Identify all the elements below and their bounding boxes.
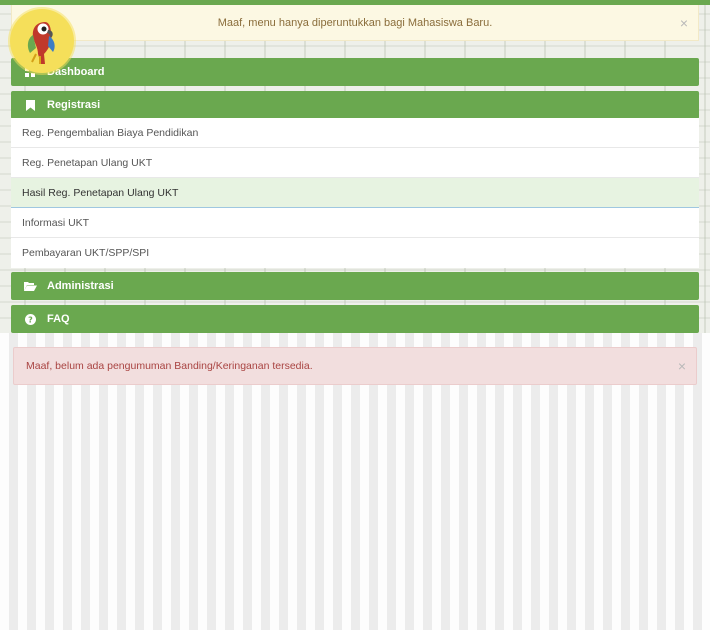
svg-text:?: ? [28,315,33,324]
menu-faq-label: FAQ [47,313,70,325]
list-item-label: Reg. Penetapan Ulang UKT [22,156,153,169]
list-item-label: Reg. Pengembalian Biaya Pendidikan [22,126,199,139]
list-item-label: Pembayaran UKT/SPP/SPI [22,247,150,259]
alert-message: Maaf, belum ada pengumuman Banding/Kerin… [26,360,313,372]
bookmark-icon [23,99,37,111]
no-announcement-alert: Maaf, belum ada pengumuman Banding/Kerin… [13,347,697,385]
registrasi-submenu: Reg. Pengembalian Biaya Pendidikan Reg. … [11,118,699,268]
menu-administrasi-label: Administrasi [47,280,114,292]
menu-faq[interactable]: ? FAQ [11,305,699,333]
list-item-label: Hasil Reg. Penetapan Ulang UKT [22,186,179,199]
folder-open-icon [23,281,37,291]
question-circle-icon: ? [23,313,37,325]
close-icon[interactable]: × [678,359,686,373]
menu-registrasi-label: Registrasi [47,99,101,111]
menu-dashboard[interactable]: Dashboard [11,58,699,86]
menu-administrasi[interactable]: Administrasi [11,272,699,300]
close-icon[interactable]: × [680,16,688,30]
menu-registrasi[interactable]: Registrasi [11,91,699,119]
new-student-only-alert: Maaf, menu hanya diperuntukkan bagi Maha… [11,5,699,41]
submenu-item-penetapan-ulang-ukt[interactable]: Reg. Penetapan Ulang UKT [11,148,699,178]
submenu-item-pengembalian-biaya[interactable]: Reg. Pengembalian Biaya Pendidikan [11,118,699,148]
submenu-item-informasi-ukt[interactable]: Informasi UKT [11,208,699,238]
list-item-label: Informasi UKT [22,216,90,229]
alert-message: Maaf, menu hanya diperuntukkan bagi Maha… [217,16,493,29]
parrot-logo-icon[interactable] [10,9,74,73]
submenu-item-pembayaran-ukt[interactable]: Pembayaran UKT/SPP/SPI [11,238,699,268]
submenu-item-hasil-penetapan-ulang-ukt[interactable]: Hasil Reg. Penetapan Ulang UKT [11,178,699,208]
